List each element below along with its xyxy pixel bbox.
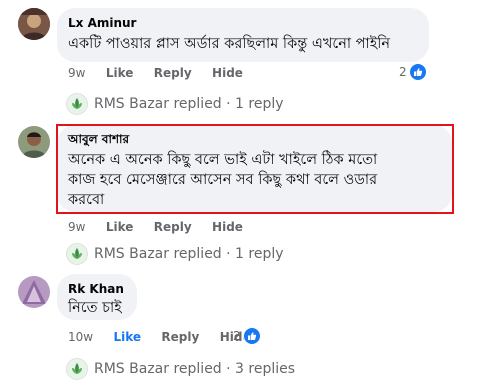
comment-time[interactable]: 10w <box>68 330 93 344</box>
replies-summary[interactable]: RMS Bazar replied · 1 reply <box>66 93 284 115</box>
like-link[interactable]: Like <box>106 66 134 80</box>
reaction-count[interactable]: 2 <box>399 63 427 81</box>
avatar-abul-bashar[interactable] <box>18 126 50 158</box>
comment-time[interactable]: 9w <box>68 220 85 234</box>
reply-link[interactable]: Reply <box>154 66 192 80</box>
comment-text: নিতে চাই <box>68 300 122 316</box>
comment-time[interactable]: 9w <box>68 66 85 80</box>
hide-link[interactable]: Hide <box>212 220 243 234</box>
comment-author[interactable]: Rk Khan <box>68 282 124 296</box>
reply-link[interactable]: Reply <box>154 220 192 234</box>
comment-actions: 9w Like Reply Hide <box>68 220 243 234</box>
rms-bazar-logo-icon <box>66 358 88 380</box>
reply-link[interactable]: Reply <box>161 330 199 344</box>
comment-actions: 10w Like Reply Hide <box>68 330 251 344</box>
reaction-number: 2 <box>399 65 407 79</box>
comment-text-line: করবো <box>68 192 105 208</box>
comment-text-line: কাজ হবে মেসেঞ্জারে আসেন সব কিছু কথা বলে … <box>68 172 378 188</box>
reaction-count[interactable]: 2 <box>233 327 261 345</box>
comment-actions: 9w Like Reply Hide <box>68 66 243 80</box>
comment-author[interactable]: আবুল বাশার <box>68 131 129 151</box>
reply-page-name: RMS Bazar <box>94 246 170 262</box>
reply-summary-text: replied · 3 replies <box>173 361 296 377</box>
hide-link[interactable]: Hide <box>212 66 243 80</box>
rms-bazar-logo-icon <box>66 93 88 115</box>
reply-page-name: RMS Bazar <box>94 361 170 377</box>
avatar-lx-aminur[interactable] <box>18 8 50 40</box>
comment-author[interactable]: Lx Aminur <box>68 16 136 30</box>
replies-summary[interactable]: RMS Bazar replied · 3 replies <box>66 358 295 380</box>
rms-bazar-logo-icon <box>66 243 88 265</box>
reply-summary-text: replied · 1 reply <box>173 96 284 112</box>
reply-page-name: RMS Bazar <box>94 96 170 112</box>
comment-text: একটি পাওয়ার প্লাস অর্ডার করছিলাম কিন্তু… <box>68 36 391 52</box>
like-link-active[interactable]: Like <box>113 330 141 344</box>
reply-summary-text: replied · 1 reply <box>173 246 284 262</box>
like-thumb-icon <box>242 327 261 345</box>
like-link[interactable]: Like <box>106 220 134 234</box>
replies-summary[interactable]: RMS Bazar replied · 1 reply <box>66 243 284 265</box>
reaction-number: 2 <box>233 329 241 343</box>
avatar-rk-khan[interactable] <box>18 276 50 308</box>
comment-text-line: অনেক এ অনেক কিছু বলে ভাই এটা খাইলে ঠিক ম… <box>68 152 378 168</box>
like-thumb-icon <box>408 63 427 81</box>
